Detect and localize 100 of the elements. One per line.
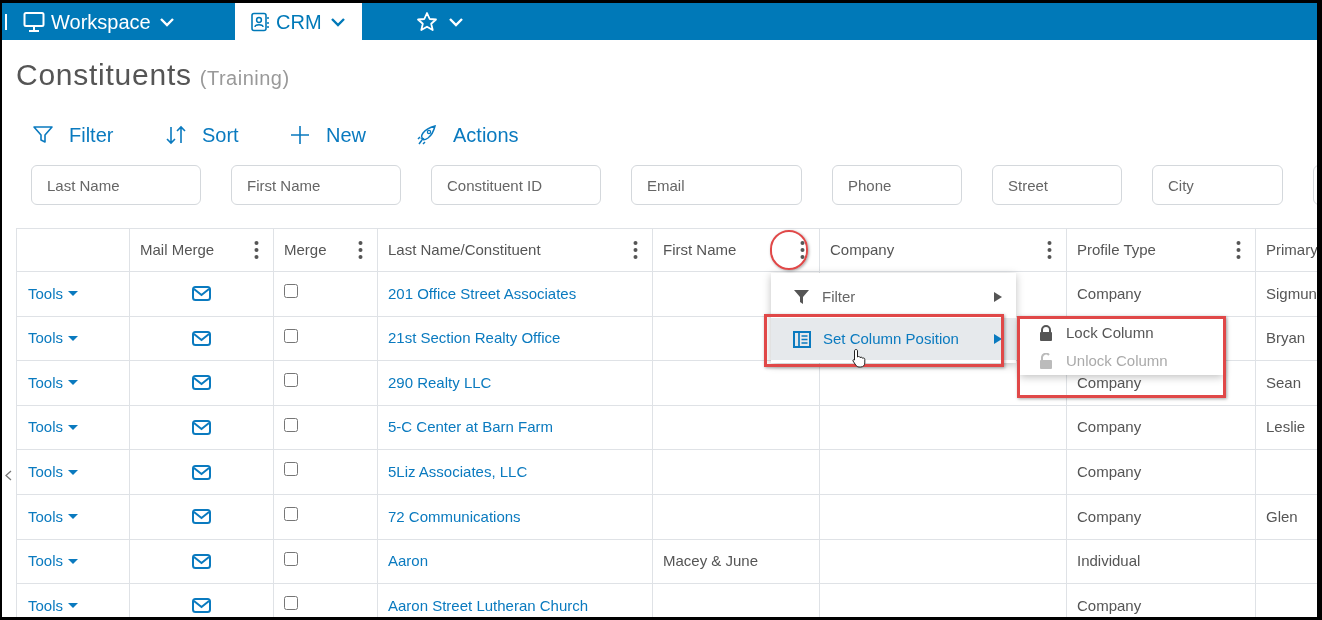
table-cell: Company (1066, 584, 1255, 617)
rocket-icon (416, 124, 438, 146)
nav-tab[interactable]: Workspace (15, 3, 235, 40)
merge-checkbox[interactable] (284, 462, 298, 477)
tools-dropdown-link[interactable]: Tools (28, 460, 79, 484)
table-cell: Company (1066, 450, 1255, 495)
filter-field[interactable]: Email (631, 165, 802, 205)
table-cell: Bryan (1255, 316, 1317, 362)
table-cell: Company (1066, 272, 1255, 317)
table-cell: Macey & June (652, 539, 819, 585)
merge-checkbox[interactable] (284, 506, 298, 521)
unlocked-lock-icon (1038, 353, 1054, 369)
column-header: Last Name/Constituent (377, 229, 652, 272)
column-header: First Name (652, 229, 819, 272)
tools-dropdown-link[interactable]: Tools (28, 416, 79, 439)
caret-icon (68, 514, 79, 520)
table-cell: Company (1066, 405, 1255, 451)
constituent-link[interactable]: 290 Realty LLC (388, 371, 492, 395)
contact-book-icon (250, 11, 270, 32)
table-cell: Leslie (1255, 405, 1317, 451)
column-header: Company (819, 229, 1066, 272)
filter-field[interactable]: Constituent ID (431, 165, 601, 205)
table-cell: Company (1066, 494, 1255, 540)
constituent-link[interactable]: Aaron Street Lutheran Church (388, 594, 589, 617)
more-options-icon[interactable] (1047, 240, 1052, 260)
more-options-icon[interactable] (633, 240, 638, 260)
caret-icon (68, 469, 79, 475)
more-options-icon[interactable] (254, 240, 259, 260)
submenu-arrow-icon (994, 334, 1002, 344)
tools-dropdown-link[interactable]: Tools (28, 327, 79, 350)
caret-icon (68, 558, 79, 564)
table-cell: Sean (1255, 361, 1317, 406)
merge-checkbox[interactable] (284, 328, 298, 343)
constituent-link[interactable]: 5-C Center at Barn Farm (388, 416, 554, 439)
filter-field[interactable]: Phone (832, 165, 962, 205)
tools-dropdown-link[interactable]: Tools (28, 550, 79, 573)
tools-dropdown-link[interactable]: Tools (28, 282, 79, 306)
email-icon[interactable] (192, 598, 211, 614)
filter-field[interactable]: City (1152, 165, 1283, 205)
menu-item[interactable]: Set Column Position (771, 318, 1016, 360)
monitor-icon (23, 11, 45, 32)
merge-checkbox[interactable] (284, 373, 298, 388)
filter-field[interactable]: Last Name (31, 165, 201, 205)
table-cell: Individual (1066, 539, 1255, 585)
column-header: Mail Merge (129, 229, 273, 272)
filter-icon (793, 289, 810, 305)
filter-icon (32, 124, 54, 146)
filter-field[interactable]: Street (992, 165, 1122, 205)
star-icon (416, 11, 438, 32)
caret-icon (68, 291, 79, 297)
email-icon[interactable] (192, 553, 211, 569)
submenu-arrow-icon (994, 292, 1002, 302)
page-title: Constituents (16, 57, 192, 93)
email-icon[interactable] (192, 375, 211, 391)
merge-checkbox[interactable] (284, 596, 298, 611)
table-cell: Glen (1255, 494, 1317, 540)
constituent-link[interactable]: 5Liz Associates, LLC (388, 460, 528, 484)
table-cell (1255, 450, 1317, 495)
sort-icon (165, 124, 187, 146)
caret-icon (68, 603, 79, 609)
merge-checkbox[interactable] (284, 284, 298, 298)
caret-icon (68, 425, 79, 431)
email-icon[interactable] (192, 464, 211, 480)
merge-checkbox[interactable] (284, 417, 298, 432)
constituent-link[interactable]: 21st Section Realty Office (388, 327, 561, 350)
page-subtitle: (Training) (199, 66, 290, 91)
merge-checkbox[interactable] (284, 551, 298, 566)
toolbar-button[interactable]: Actions (416, 120, 519, 150)
chevron-down-icon (158, 15, 175, 28)
constituent-link[interactable]: 201 Office Street Associates (388, 282, 577, 306)
toolbar-button[interactable]: Filter (32, 120, 165, 150)
table-cell: Sigmun (1255, 272, 1317, 317)
menu-item[interactable]: Filter (771, 276, 1016, 318)
more-options-icon[interactable] (800, 240, 805, 260)
email-icon[interactable] (192, 286, 211, 302)
nav-tab[interactable]: CRM (235, 3, 362, 40)
constituent-link[interactable]: Aaron (388, 550, 429, 573)
tools-dropdown-link[interactable]: Tools (28, 505, 79, 528)
more-options-icon[interactable] (1236, 240, 1241, 260)
tools-dropdown-link[interactable]: Tools (28, 371, 79, 395)
column-header: Profile Type (1066, 229, 1255, 272)
plus-icon (289, 124, 311, 146)
toolbar-button[interactable]: Sort (165, 120, 289, 150)
more-options-icon[interactable] (358, 240, 363, 260)
column-list-icon (793, 330, 811, 348)
email-icon[interactable] (192, 330, 211, 346)
chevron-down-icon (329, 15, 346, 28)
toolbar-button[interactable]: New (289, 120, 416, 150)
caret-icon (68, 335, 79, 341)
constituent-link[interactable]: 72 Communications (388, 505, 521, 528)
email-icon[interactable] (192, 420, 211, 436)
filter-field[interactable]: First Name (231, 165, 401, 205)
chevron-down-icon (448, 15, 464, 28)
tools-dropdown-link[interactable]: Tools (28, 594, 79, 617)
menu-item[interactable]: Lock Column (1020, 319, 1223, 347)
column-header: Primary (1255, 229, 1317, 272)
column-header: Merge (273, 229, 377, 272)
caret-icon (68, 380, 79, 386)
table-cell (1255, 539, 1317, 585)
email-icon[interactable] (192, 509, 211, 525)
